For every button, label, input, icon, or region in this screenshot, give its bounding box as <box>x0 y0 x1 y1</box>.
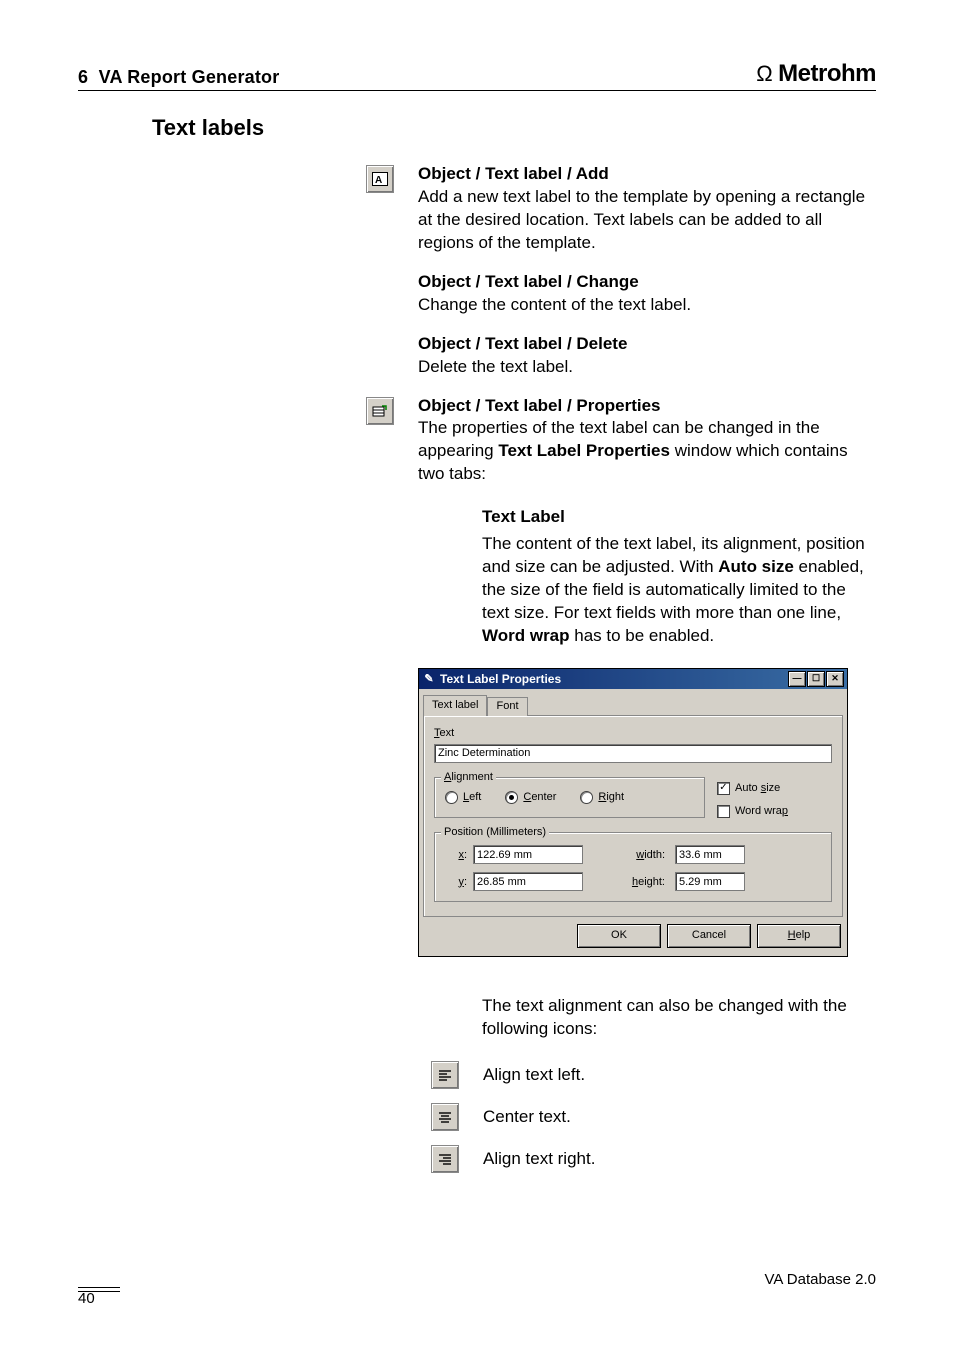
align-left-icon[interactable] <box>431 1061 459 1089</box>
add-text: Add a new text label to the template by … <box>418 187 865 252</box>
dialog-titlebar[interactable]: ✎ Text Label Properties — ☐ ✕ <box>419 669 847 689</box>
x-label: x: <box>445 848 467 863</box>
props-winname: Text Label Properties <box>498 441 670 460</box>
close-icon[interactable]: ✕ <box>826 671 844 687</box>
radio-right[interactable]: Right <box>580 790 624 805</box>
help-button[interactable]: Help <box>757 924 841 948</box>
radio-left[interactable]: Left <box>445 790 481 805</box>
ok-button[interactable]: OK <box>577 924 661 948</box>
y-input[interactable] <box>473 872 583 891</box>
menu-path-delete: Object / Text label / Delete <box>418 334 627 353</box>
x-input[interactable] <box>473 845 583 864</box>
footer-product: VA Database 2.0 <box>78 1271 876 1288</box>
text-input[interactable] <box>434 744 832 763</box>
page-header: 6 VA Report Generator ΩMetrohm <box>78 60 876 91</box>
section-title: Text labels <box>152 115 876 141</box>
tab-textlabel-heading: Text Label <box>482 506 565 529</box>
alignment-group-title: Alignment <box>441 770 496 785</box>
check-autosize[interactable]: ✓Auto size <box>717 781 832 796</box>
text-label-tool-icon[interactable]: A <box>366 165 394 193</box>
align-right-icon[interactable] <box>431 1145 459 1173</box>
svg-text:A: A <box>375 175 382 186</box>
width-input[interactable] <box>675 845 745 864</box>
properties-tool-icon[interactable] <box>366 397 394 425</box>
minimize-icon[interactable]: — <box>788 671 806 687</box>
page-number: 40 <box>78 1290 876 1307</box>
menu-path-properties: Object / Text label / Properties <box>418 396 660 415</box>
position-group-title: Position (Millimeters) <box>441 825 549 840</box>
align-left-text: Align text left. <box>483 1064 585 1087</box>
align-right-text: Align text right. <box>483 1148 595 1171</box>
tab-textlabel[interactable]: Text label <box>423 695 487 716</box>
align-center-icon[interactable] <box>431 1103 459 1131</box>
y-label: y: <box>445 875 467 890</box>
text-field-label: Text <box>434 726 832 741</box>
text-label-properties-dialog: ✎ Text Label Properties — ☐ ✕ Text label… <box>418 668 848 958</box>
change-text: Change the content of the text label. <box>418 295 691 314</box>
menu-path-change: Object / Text label / Change <box>418 272 639 291</box>
cancel-button[interactable]: Cancel <box>667 924 751 948</box>
height-label: height: <box>589 875 669 890</box>
chapter-number: 6 <box>78 67 88 87</box>
dialog-app-icon: ✎ <box>422 672 436 686</box>
menu-path-add: Object / Text label / Add <box>418 164 609 183</box>
chapter-title: VA Report Generator <box>99 67 280 87</box>
dialog-title: Text Label Properties <box>440 671 561 687</box>
align-center-text: Center text. <box>483 1106 571 1129</box>
radio-center[interactable]: Center <box>505 790 556 805</box>
post-intro: The text alignment can also be changed w… <box>482 995 876 1041</box>
brand-logo: ΩMetrohm <box>756 60 876 88</box>
tab-font[interactable]: Font <box>487 697 527 716</box>
maximize-icon[interactable]: ☐ <box>807 671 825 687</box>
width-label: width: <box>589 848 669 863</box>
check-wordwrap[interactable]: Word wrap <box>717 804 832 819</box>
height-input[interactable] <box>675 872 745 891</box>
delete-text: Delete the text label. <box>418 357 573 376</box>
omega-icon: Ω <box>756 61 774 87</box>
